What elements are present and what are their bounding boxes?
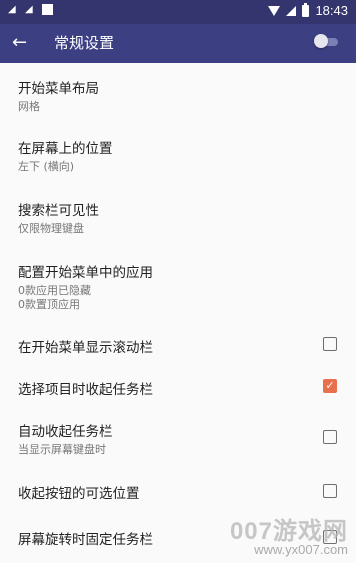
notification-icon: ◢ bbox=[8, 4, 16, 15]
check-icon: ✓ bbox=[325, 379, 335, 392]
master-toggle[interactable] bbox=[314, 34, 338, 48]
checkbox[interactable] bbox=[323, 484, 337, 498]
toggle-thumb bbox=[314, 34, 328, 48]
setting-configure-apps[interactable]: 配置开始菜单中的应用 0款应用已隐藏 0款置顶应用 bbox=[0, 249, 356, 324]
watermark: 007游戏网 www.yx007.com bbox=[230, 511, 348, 557]
setting-title: 选择项目时收起任务栏 bbox=[18, 382, 153, 398]
checkbox[interactable] bbox=[323, 337, 337, 351]
setting-subtitle-2: 0款置顶应用 bbox=[18, 298, 80, 311]
setting-title: 在开始菜单显示滚动栏 bbox=[18, 340, 153, 356]
checkbox-checked[interactable]: ✓ bbox=[323, 379, 337, 393]
setting-auto-collapse[interactable]: 自动收起任务栏 当显示屏幕键盘时 bbox=[0, 408, 356, 468]
setting-collapse-on-select[interactable]: 选择项目时收起任务栏 ✓ bbox=[0, 366, 356, 408]
notification-icon: ◢ bbox=[25, 4, 33, 15]
watermark-logo-text: 007游戏网 bbox=[229, 518, 348, 545]
app-bar: ← 常规设置 bbox=[0, 24, 356, 63]
checkbox[interactable] bbox=[323, 430, 337, 444]
setting-screen-position[interactable]: 在屏幕上的位置 左下 (横向) bbox=[0, 125, 356, 187]
status-time: 18:43 bbox=[315, 3, 348, 18]
setting-title: 配置开始菜单中的应用 bbox=[18, 265, 153, 281]
setting-subtitle: 左下 (横向) bbox=[18, 160, 75, 173]
back-arrow-icon[interactable]: ← bbox=[12, 32, 27, 54]
status-right: 18:43 bbox=[268, 2, 348, 18]
setting-collapse-button-position[interactable]: 收起按钮的可选位置 bbox=[0, 468, 356, 514]
setting-search-bar-visibility[interactable]: 搜索栏可见性 仅限物理键盘 bbox=[0, 187, 356, 249]
wifi-icon bbox=[268, 5, 281, 16]
setting-subtitle: 网格 bbox=[18, 100, 40, 113]
square-icon bbox=[42, 4, 53, 15]
setting-title: 自动收起任务栏 bbox=[18, 424, 113, 440]
signal-icon bbox=[286, 5, 297, 16]
status-bar: ◢ ◢ 18:43 bbox=[0, 0, 356, 24]
setting-title: 搜索栏可见性 bbox=[18, 203, 99, 219]
setting-subtitle: 当显示屏幕键盘时 bbox=[18, 443, 106, 456]
battery-icon bbox=[302, 2, 310, 17]
setting-title: 收起按钮的可选位置 bbox=[18, 486, 140, 502]
setting-start-menu-layout[interactable]: 开始菜单布局 网格 bbox=[0, 63, 356, 125]
setting-show-scrollbar[interactable]: 在开始菜单显示滚动栏 bbox=[0, 324, 356, 366]
setting-title: 在屏幕上的位置 bbox=[18, 141, 113, 157]
setting-title: 屏幕旋转时固定任务栏 bbox=[18, 532, 153, 548]
setting-title: 开始菜单布局 bbox=[18, 81, 99, 97]
status-left-icons: ◢ ◢ bbox=[8, 4, 53, 15]
page-title: 常规设置 bbox=[54, 34, 115, 52]
setting-subtitle: 仅限物理键盘 bbox=[18, 222, 84, 235]
